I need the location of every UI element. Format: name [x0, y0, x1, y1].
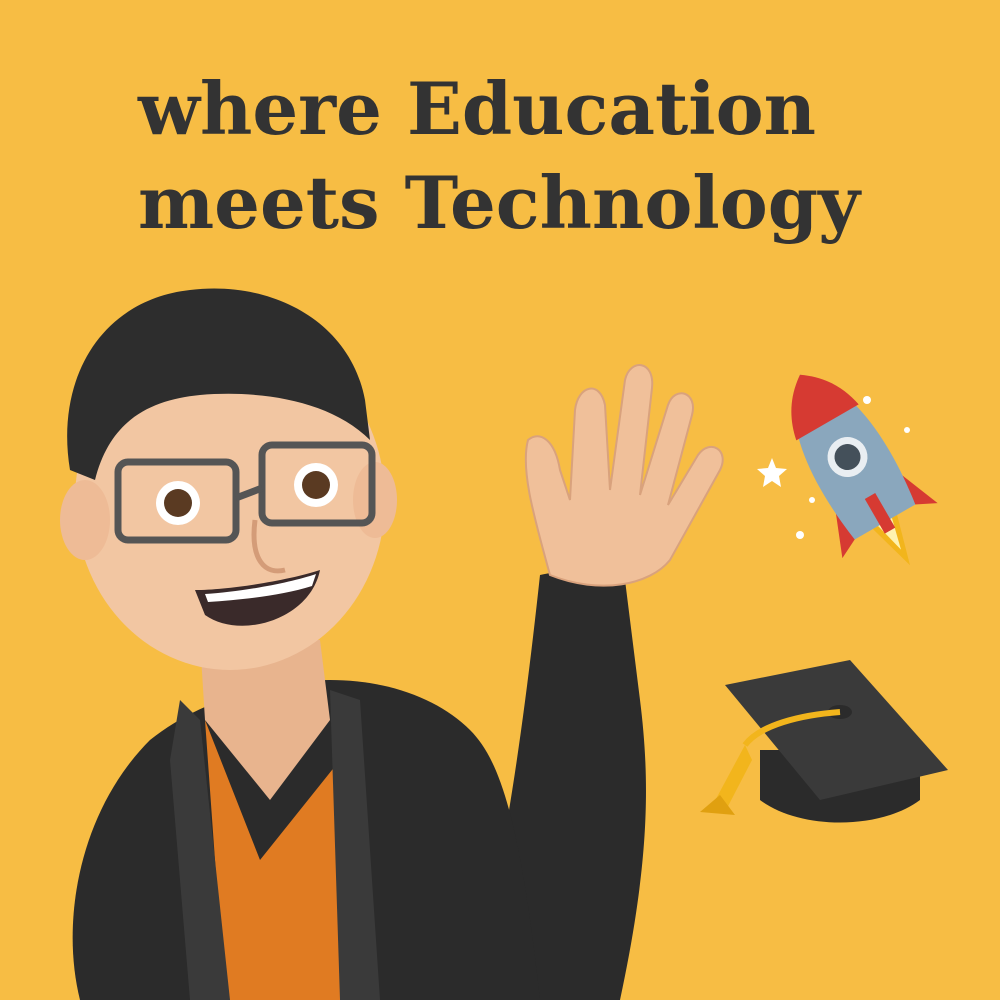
sparkle: [809, 497, 815, 503]
illustration: [60, 288, 948, 1000]
sparkle: [863, 396, 871, 404]
ear: [60, 480, 110, 560]
pupil: [302, 471, 330, 499]
graduation-cap-icon: [700, 660, 948, 823]
sparkle: [904, 427, 910, 433]
pupil: [164, 489, 192, 517]
waving-hand: [524, 364, 724, 587]
poster: where Education meets Technology: [0, 0, 1000, 1000]
sparkle: [796, 531, 804, 539]
memoji-avatar: [60, 288, 724, 1000]
star-icon: [757, 458, 787, 487]
